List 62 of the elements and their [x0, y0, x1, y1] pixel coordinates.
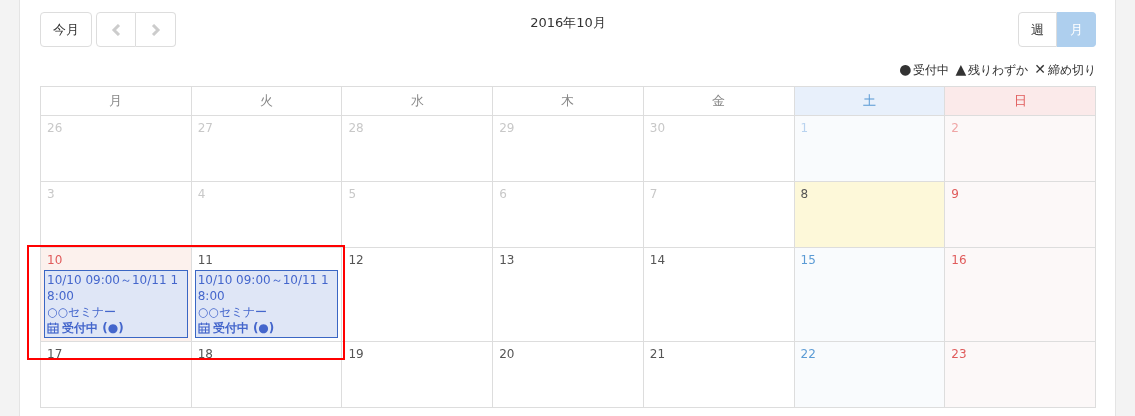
day-number: 14 — [648, 253, 666, 267]
calendar-icon — [197, 322, 210, 334]
day-number: 20 — [498, 347, 515, 361]
event-title: ○○セミナー — [197, 304, 267, 320]
event-title: ○○セミナー — [47, 304, 116, 320]
weekday-header: 木 — [493, 87, 644, 116]
previous-button[interactable] — [96, 12, 136, 47]
day-cell[interactable]: 8 — [794, 182, 946, 248]
weekday-header: 水 — [342, 87, 494, 116]
day-cell[interactable]: 17 — [41, 342, 192, 408]
day-number: 23 — [950, 347, 967, 361]
calendar-icon — [47, 322, 59, 334]
day-number: 19 — [347, 347, 364, 361]
today-button[interactable]: 今月 — [40, 12, 92, 47]
chevron-right-icon — [150, 23, 161, 36]
day-cell[interactable]: 22 — [794, 342, 946, 408]
day-number: 17 — [46, 347, 63, 361]
day-number: 22 — [799, 347, 816, 361]
day-cell[interactable]: 21 — [643, 342, 795, 408]
weekday-header: 日 — [945, 87, 1096, 116]
day-cell[interactable]: 20 — [493, 342, 644, 408]
event-status: 受付中 (●) — [212, 320, 275, 336]
day-number: 18 — [196, 347, 213, 361]
event-time: 10/10 09:00～10/11 18:00 — [197, 272, 330, 304]
day-number: 1 — [799, 121, 809, 135]
day-cell[interactable]: 18 — [191, 342, 343, 408]
legend-item: ●受付中 — [899, 61, 950, 78]
weekday-header: 土 — [794, 87, 946, 116]
day-number: 9 — [950, 187, 959, 201]
day-cell[interactable]: 16 — [945, 248, 1096, 342]
day-number: 16 — [950, 253, 967, 267]
weekday-header: 月 — [41, 87, 192, 116]
event-card[interactable]: 10/10 09:00～10/11 18:00 ○○セミナー 受付中 (●) — [44, 270, 188, 338]
legend-item: ▲残りわずか — [955, 61, 1029, 78]
chevron-left-icon — [111, 23, 121, 36]
day-number: 12 — [347, 253, 364, 267]
view-tab[interactable]: 週 — [1018, 12, 1057, 47]
event-status: 受付中 (●) — [62, 320, 124, 336]
day-cell[interactable]: 23 — [945, 342, 1096, 408]
day-number: 21 — [648, 347, 666, 361]
weekday-header: 火 — [191, 87, 343, 116]
event-time: 10/10 09:00～10/11 18:00 — [47, 272, 179, 304]
day-cell[interactable]: 2 — [945, 116, 1096, 182]
day-cell[interactable]: 12 — [342, 248, 494, 342]
event-card[interactable]: 10/10 09:00～10/11 18:00 ○○セミナー 受付中 (●) — [194, 270, 339, 338]
day-cell[interactable]: 15 — [794, 248, 946, 342]
calendar-title: 2016年10月 — [530, 14, 606, 32]
day-number: 8 — [799, 187, 809, 201]
day-cell[interactable]: 10 10/10 09:00～10/11 18:00 ○○セミナー 受付中 (●) — [41, 248, 192, 342]
day-number: 15 — [799, 253, 816, 267]
day-cell[interactable]: 11 10/10 09:00～10/11 18:00 ○○セミナー 受付中 (●) — [191, 248, 343, 342]
day-number: 13 — [498, 253, 515, 267]
day-number: 10 — [46, 253, 63, 267]
day-number: 2 — [950, 121, 959, 135]
weekday-header: 金 — [643, 87, 795, 116]
day-cell[interactable]: 14 — [643, 248, 795, 342]
day-number: 11 — [196, 253, 213, 267]
day-cell[interactable]: 9 — [945, 182, 1096, 248]
day-cell[interactable]: 19 — [342, 342, 494, 408]
legend-item: ✕締め切り — [1034, 61, 1096, 78]
day-cell[interactable]: 13 — [493, 248, 644, 342]
next-button[interactable] — [136, 12, 176, 47]
